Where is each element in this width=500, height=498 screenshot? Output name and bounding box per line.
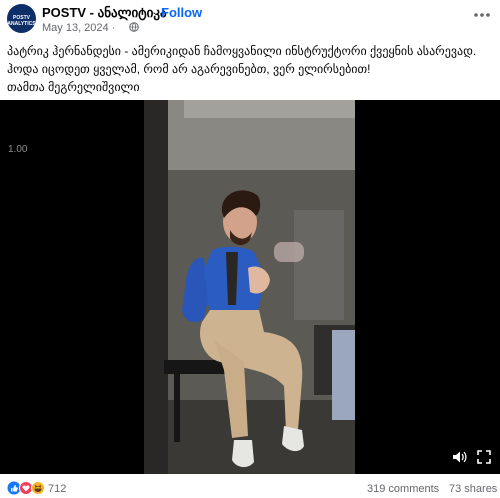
video-frame[interactable] bbox=[144, 100, 355, 474]
video-player[interactable]: 1.00 bbox=[0, 100, 500, 474]
volume-icon[interactable] bbox=[451, 449, 467, 465]
love-icon bbox=[19, 481, 33, 495]
comments-count[interactable]: 319 comments bbox=[367, 483, 439, 495]
post-footer: 712 319 comments 73 shares bbox=[0, 474, 500, 498]
date-separator: · bbox=[111, 22, 116, 34]
video-timestamp: 1.00 bbox=[8, 144, 28, 155]
reaction-icons[interactable] bbox=[7, 481, 47, 495]
name-separator: · bbox=[152, 5, 157, 20]
fullscreen-icon[interactable] bbox=[476, 449, 492, 465]
caption-line-2: ჰოდა იცოდეთ ყველამ, რომ არ აგარევინებთ, … bbox=[7, 62, 371, 76]
globe-icon[interactable] bbox=[129, 22, 139, 32]
shares-count[interactable]: 73 shares bbox=[449, 483, 497, 495]
page-avatar[interactable]: POSTV ANALYTICS bbox=[7, 4, 36, 33]
post-date-text[interactable]: May 13, 2024 bbox=[42, 22, 109, 34]
caption-line-1: პატრიკ ჰერნანდესი - ამერიკიდან ჩამოყვანი… bbox=[7, 44, 477, 58]
follow-button[interactable]: Follow bbox=[161, 5, 202, 20]
post-date[interactable]: May 13, 2024 · bbox=[42, 22, 115, 34]
avatar-logo-text: POSTV ANALYTICS bbox=[7, 15, 36, 27]
reaction-count[interactable]: 712 bbox=[48, 483, 66, 495]
haha-icon bbox=[31, 481, 45, 495]
post-header: POSTV ANALYTICS POSTV - ანალიტიკა · Foll… bbox=[0, 0, 500, 40]
more-horizontal-icon[interactable] bbox=[472, 8, 492, 22]
facebook-post: POSTV ANALYTICS POSTV - ანალიტიკა · Foll… bbox=[0, 0, 500, 498]
like-icon bbox=[7, 481, 21, 495]
caption-line-3: თამთა მეგრელიშვილი bbox=[7, 80, 140, 94]
page-name-link[interactable]: POSTV - ანალიტიკა bbox=[42, 5, 167, 21]
